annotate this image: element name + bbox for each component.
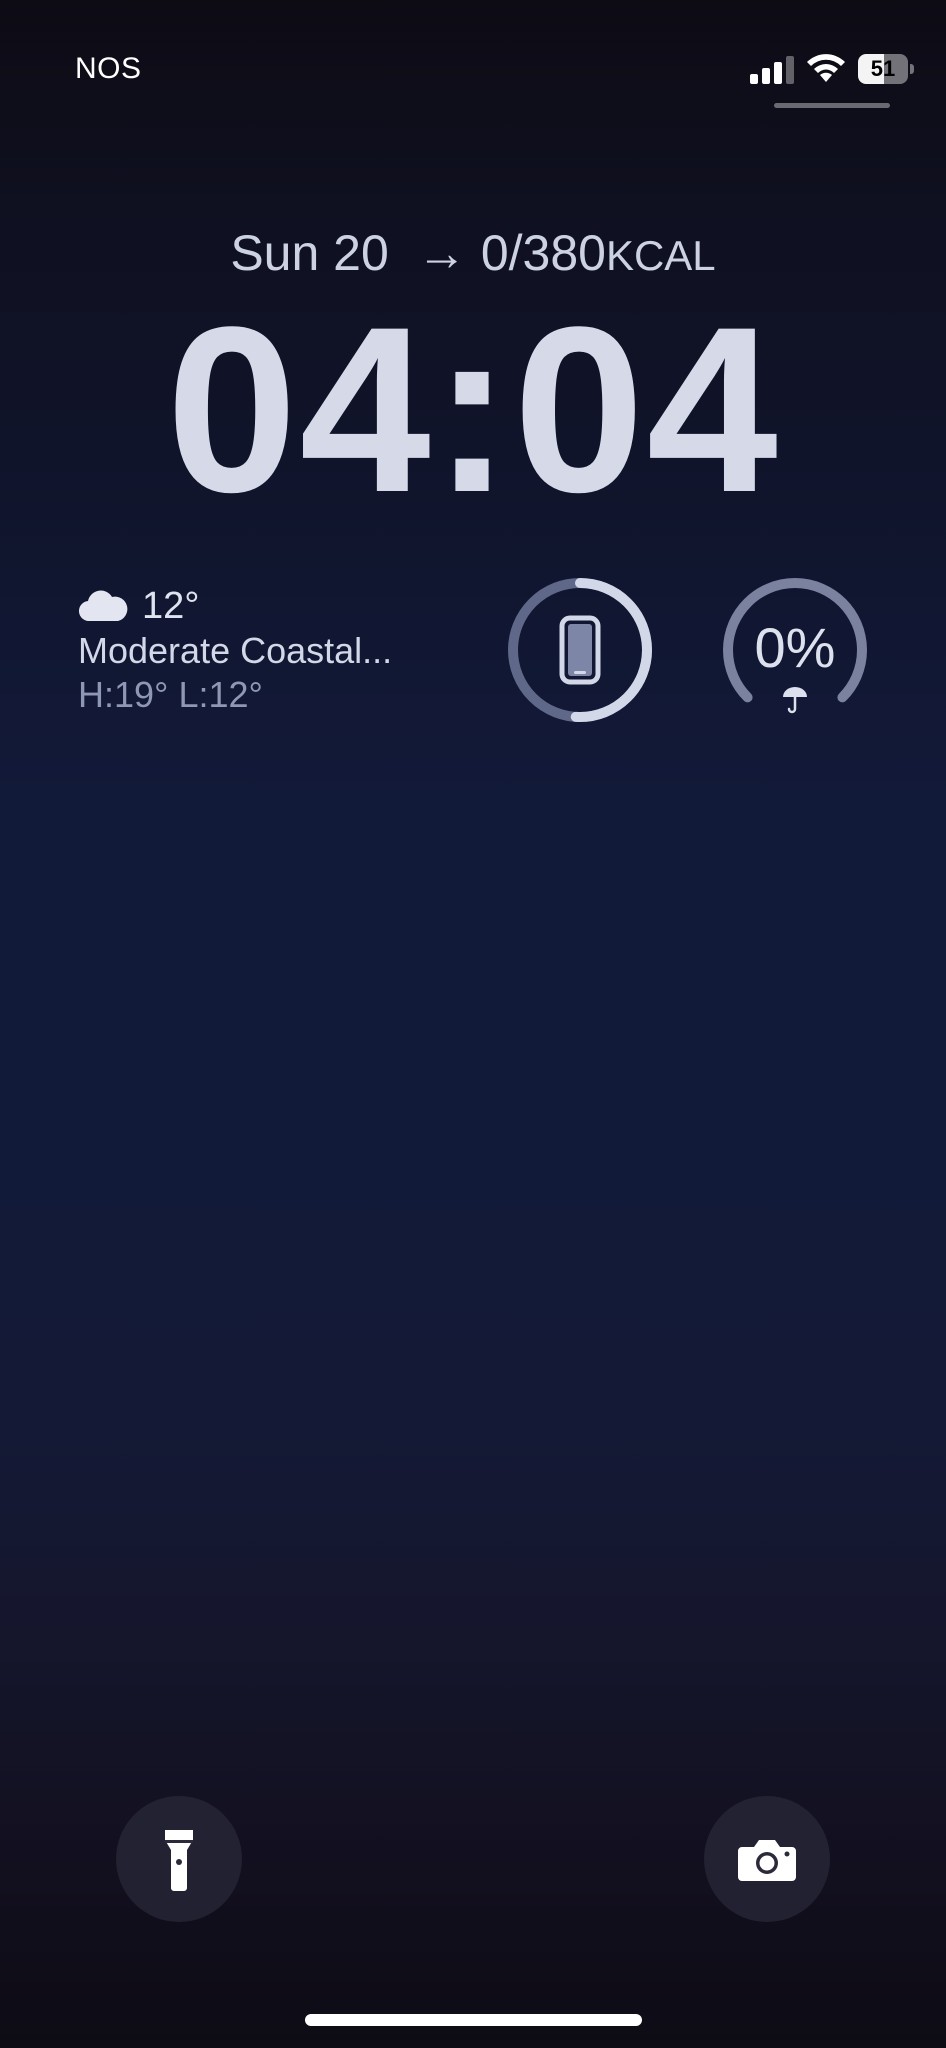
battery-percentage: 51	[870, 56, 896, 81]
camera-icon	[738, 1840, 796, 1881]
carrier-name: NOS	[75, 52, 142, 85]
rain-chance-value: 0%	[754, 616, 836, 679]
weather-widget[interactable]: 12°	[78, 584, 199, 628]
rain-chance-widget[interactable]: 0%	[720, 575, 870, 725]
arrow-right-icon: →	[416, 225, 467, 281]
umbrella-icon	[783, 687, 807, 714]
weather-high-low: H:19° L:12°	[78, 674, 263, 715]
home-indicator[interactable]	[305, 2014, 642, 2026]
date-label: Sun 20	[230, 225, 389, 281]
device-battery-widget[interactable]	[505, 575, 655, 725]
battery-indicator: 51	[858, 54, 916, 84]
cloud-icon	[78, 590, 128, 622]
lock-screen-clock[interactable]: 04:04	[0, 290, 946, 530]
calories-unit: KCAL	[605, 232, 716, 279]
date-calories-line[interactable]: Sun 20 → 0/380KCAL	[0, 224, 946, 282]
weather-temperature: 12°	[142, 584, 200, 627]
flashlight-icon	[165, 1830, 193, 1891]
battery-cap	[910, 64, 914, 74]
calories-value: 0/380	[480, 225, 606, 281]
wifi-icon	[807, 54, 845, 82]
control-center-indicator[interactable]	[774, 103, 890, 108]
iphone-icon	[559, 615, 601, 685]
weather-condition: Moderate Coastal...	[78, 630, 393, 671]
camera-button[interactable]	[704, 1796, 830, 1922]
flashlight-button[interactable]	[116, 1796, 242, 1922]
cellular-signal-icon	[750, 56, 794, 84]
